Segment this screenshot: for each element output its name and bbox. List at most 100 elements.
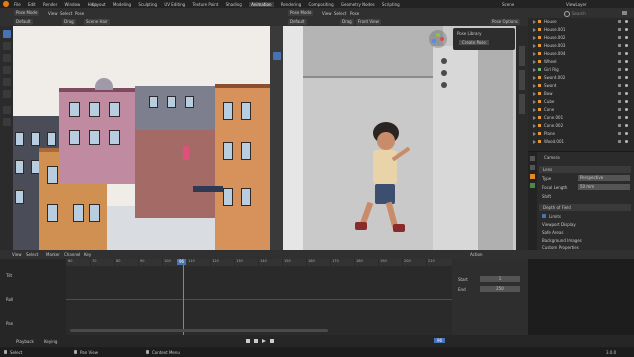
jump-start-icon[interactable] xyxy=(246,339,250,343)
camera-icon[interactable] xyxy=(618,140,621,143)
right-menu-view[interactable]: View xyxy=(322,11,332,16)
list-item[interactable]: Sword xyxy=(528,82,634,90)
start-field[interactable]: 1 xyxy=(480,276,520,282)
playhead[interactable] xyxy=(183,259,184,335)
right-menu-select[interactable]: Select xyxy=(334,11,346,16)
camera-icon[interactable] xyxy=(618,28,621,31)
eye-icon[interactable] xyxy=(625,68,628,71)
viewport-display-section[interactable]: Viewport Display xyxy=(542,222,576,227)
tab-layout[interactable]: Layout xyxy=(92,2,106,7)
right-measure-tool-icon[interactable] xyxy=(273,120,281,128)
view-layer-selector[interactable]: ViewLayer xyxy=(566,2,587,7)
right-viewport-solid-view[interactable]: Pose Library Create Pose xyxy=(283,26,528,250)
rotate-tool-icon[interactable] xyxy=(3,66,11,74)
tab-geometry-nodes[interactable]: Geometry Nodes xyxy=(341,2,375,7)
lens-section[interactable]: Lens xyxy=(539,166,631,173)
current-frame-indicator[interactable]: 96 xyxy=(177,259,187,265)
timeline-menu-marker[interactable]: Marker xyxy=(46,252,60,257)
blender-logo-icon[interactable] xyxy=(3,1,9,7)
timeline-scrollbar[interactable] xyxy=(70,329,328,332)
right-annotate-tool-icon[interactable] xyxy=(273,106,281,114)
jump-end-icon[interactable] xyxy=(270,339,274,343)
camera-icon[interactable] xyxy=(618,60,621,63)
zoom-icon[interactable] xyxy=(441,58,447,64)
eye-icon[interactable] xyxy=(625,124,628,127)
list-item[interactable]: House.003 xyxy=(528,42,634,50)
camera-icon[interactable] xyxy=(618,124,621,127)
camera-icon[interactable] xyxy=(618,132,621,135)
list-item[interactable]: Plane xyxy=(528,130,634,138)
tab-modeling[interactable]: Modeling xyxy=(113,2,131,7)
eye-icon[interactable] xyxy=(625,44,628,47)
playback-menu[interactable]: Playback xyxy=(16,339,34,344)
eye-icon[interactable] xyxy=(625,60,628,63)
camera-icon[interactable] xyxy=(618,68,621,71)
right-menu-pose[interactable]: Pose xyxy=(350,11,359,16)
tab-uv-editing[interactable]: UV Editing xyxy=(164,2,185,7)
view-tab[interactable] xyxy=(519,94,525,114)
object-tab-icon[interactable] xyxy=(530,174,535,179)
menu-file[interactable]: File xyxy=(14,2,21,7)
left-mode-selector[interactable]: Pose Mode xyxy=(14,10,40,16)
tab-texture-paint[interactable]: Texture Paint xyxy=(193,2,219,7)
limits-checkbox[interactable] xyxy=(542,214,546,218)
menu-render[interactable]: Render xyxy=(43,2,57,7)
timeline-menu-key[interactable]: Key xyxy=(84,252,91,257)
right-rotate-tool-icon[interactable] xyxy=(273,66,281,74)
left-menu-view[interactable]: View xyxy=(48,11,58,16)
left-menu-pose[interactable]: Pose xyxy=(75,11,84,16)
camera-icon[interactable] xyxy=(618,52,621,55)
tab-scripting[interactable]: Scripting xyxy=(382,2,400,7)
menu-edit[interactable]: Edit xyxy=(28,2,36,7)
camera-icon[interactable] xyxy=(618,84,621,87)
right-orientation[interactable]: Default xyxy=(288,19,307,25)
scene-selector[interactable]: Scene xyxy=(502,2,514,7)
right-scale-tool-icon[interactable] xyxy=(273,80,281,88)
camera-icon[interactable] xyxy=(618,36,621,39)
background-images-section[interactable]: Background Images xyxy=(542,238,582,243)
timeline-menu-channel[interactable]: Channel xyxy=(64,252,80,257)
transform-tool-icon[interactable] xyxy=(3,90,11,98)
list-item[interactable]: Cube xyxy=(528,98,634,106)
camera-icon[interactable] xyxy=(618,100,621,103)
camera-data-tab-icon[interactable] xyxy=(530,183,535,188)
eye-icon[interactable] xyxy=(625,84,628,87)
outliner-search[interactable]: Search xyxy=(572,11,586,16)
filter-icon[interactable] xyxy=(622,11,627,15)
list-item[interactable]: Wheel xyxy=(528,58,634,66)
camera-icon[interactable] xyxy=(618,108,621,111)
eye-icon[interactable] xyxy=(625,76,628,79)
list-item[interactable]: Wood.001 xyxy=(528,138,634,146)
eye-icon[interactable] xyxy=(625,28,628,31)
eye-icon[interactable] xyxy=(625,20,628,23)
list-item[interactable]: Cone.001 xyxy=(528,114,634,122)
camera-icon[interactable] xyxy=(618,20,621,23)
right-mode-selector[interactable]: Pose Mode xyxy=(288,10,314,16)
right-move-tool-icon[interactable] xyxy=(273,52,281,60)
eye-icon[interactable] xyxy=(625,36,628,39)
menu-window[interactable]: Window xyxy=(65,2,81,7)
left-orientation[interactable]: Default xyxy=(14,19,33,25)
list-item[interactable]: Bow xyxy=(528,90,634,98)
x-axis-icon[interactable] xyxy=(440,37,444,41)
camera-icon[interactable] xyxy=(618,44,621,47)
z-axis-icon[interactable] xyxy=(432,39,436,43)
left-viewport-camera-view[interactable] xyxy=(13,26,270,250)
create-pose-button[interactable]: Create Pose xyxy=(459,40,489,45)
right-drag[interactable]: Drag xyxy=(340,19,354,25)
move-tool-icon[interactable] xyxy=(3,54,11,62)
navigation-gizmo[interactable] xyxy=(429,30,447,48)
left-menu-select[interactable]: Select xyxy=(60,11,72,16)
tab-animation[interactable]: Animation xyxy=(249,2,274,7)
eye-icon[interactable] xyxy=(625,140,628,143)
tool-tab[interactable] xyxy=(519,70,525,90)
tab-compositing[interactable]: Compositing xyxy=(309,2,334,7)
focal-length-field[interactable]: 50 mm xyxy=(578,184,630,190)
item-tab[interactable] xyxy=(519,46,525,66)
play-reverse-icon[interactable] xyxy=(254,339,258,343)
list-item[interactable]: Cone.002 xyxy=(528,122,634,130)
camera-icon[interactable] xyxy=(618,92,621,95)
end-field[interactable]: 250 xyxy=(480,286,520,292)
camera-icon[interactable] xyxy=(618,76,621,79)
pose-options-button[interactable]: Pose Options xyxy=(490,19,520,25)
